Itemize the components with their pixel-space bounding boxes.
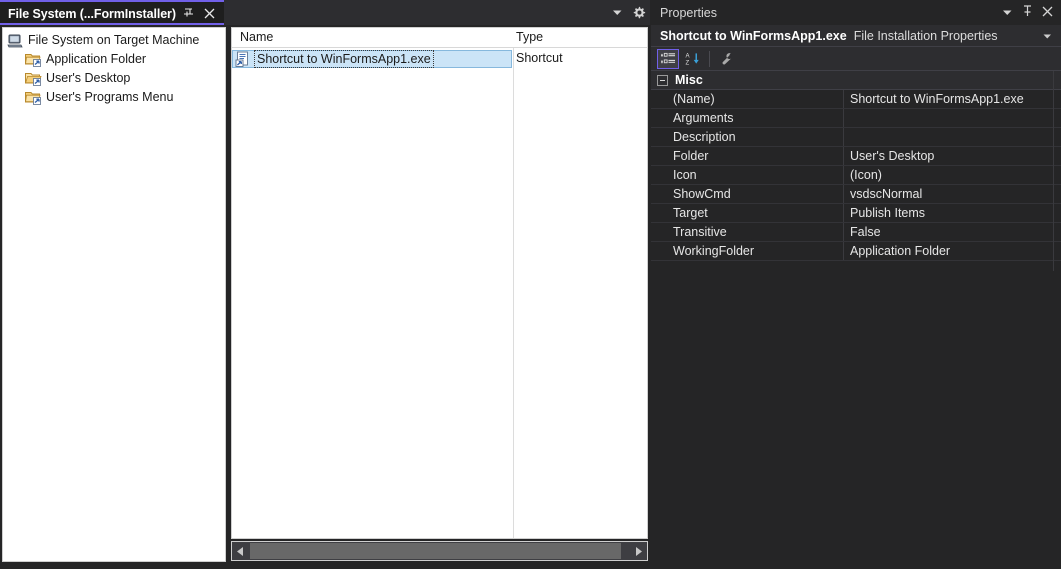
property-key: Folder xyxy=(673,149,709,163)
close-icon[interactable] xyxy=(201,5,218,22)
tabstrip-controls xyxy=(612,0,646,25)
grid-splitter[interactable] xyxy=(843,147,844,165)
property-key: WorkingFolder xyxy=(673,244,755,258)
property-grid[interactable]: Misc (Name) Shortcut to WinFormsApp1.exe… xyxy=(651,71,1061,261)
sort-alphabetical-icon[interactable]: A Z xyxy=(681,49,703,69)
grid-splitter[interactable] xyxy=(843,185,844,203)
properties-object-kind: File Installation Properties xyxy=(853,28,998,43)
property-row-description[interactable]: Description xyxy=(651,128,1061,147)
file-list-view[interactable]: Name Type Shortcut to WinFormsApp1.exe S… xyxy=(231,27,648,539)
property-value[interactable]: Publish Items xyxy=(850,205,925,222)
pin-icon[interactable] xyxy=(1022,5,1033,20)
property-key: Target xyxy=(673,206,708,220)
wrench-icon[interactable] xyxy=(716,49,738,69)
file-system-tree[interactable]: File System on Target Machine Applicatio… xyxy=(2,27,226,562)
close-icon[interactable] xyxy=(1042,6,1053,20)
property-grid-right-edge xyxy=(1053,71,1054,271)
grid-splitter[interactable] xyxy=(843,90,844,108)
properties-window-controls xyxy=(1002,5,1061,20)
properties-title-bar: Properties xyxy=(651,0,1061,25)
scrollbar-thumb[interactable] xyxy=(250,543,621,559)
folder-shortcut-icon xyxy=(25,52,43,68)
document-tab-title: File System (...FormInstaller) xyxy=(8,6,176,21)
document-tab-file-system[interactable]: File System (...FormInstaller) xyxy=(0,0,224,25)
chevron-down-icon[interactable] xyxy=(1043,29,1061,43)
arrow-right-icon[interactable] xyxy=(630,542,647,560)
chevron-down-icon[interactable] xyxy=(1002,6,1013,20)
scrollbar-track[interactable] xyxy=(249,542,630,560)
grid-splitter[interactable] xyxy=(843,128,844,146)
tree-item-users-desktop[interactable]: User's Desktop xyxy=(3,69,225,88)
properties-title-label: Properties xyxy=(660,5,717,20)
property-value[interactable]: Application Folder xyxy=(850,243,950,260)
grid-splitter[interactable] xyxy=(843,242,844,260)
property-category-label: Misc xyxy=(675,73,703,87)
grid-splitter[interactable] xyxy=(843,223,844,241)
folder-open-shortcut-icon xyxy=(25,71,43,87)
chevron-down-icon[interactable] xyxy=(612,8,623,17)
property-key: Arguments xyxy=(673,111,734,125)
list-body: Shortcut to WinFormsApp1.exe Shortcut xyxy=(232,50,647,68)
tree-item-users-programs-menu[interactable]: User's Programs Menu xyxy=(3,88,225,107)
property-row-icon[interactable]: Icon (Icon) xyxy=(651,166,1061,185)
grid-splitter[interactable] xyxy=(843,166,844,184)
document-tabstrip: File System (...FormInstaller) xyxy=(0,0,650,25)
property-key: Description xyxy=(673,130,736,144)
folder-shortcut-icon xyxy=(25,90,43,106)
property-value[interactable]: vsdscNormal xyxy=(850,186,922,203)
property-row-arguments[interactable]: Arguments xyxy=(651,109,1061,128)
property-row-showcmd[interactable]: ShowCmd vsdscNormal xyxy=(651,185,1061,204)
grid-splitter[interactable] xyxy=(843,204,844,222)
list-item-type: Shortcut xyxy=(516,51,563,65)
list-column-headers: Name Type xyxy=(232,28,647,48)
list-horizontal-scrollbar[interactable] xyxy=(231,541,648,561)
tree-item-application-folder[interactable]: Application Folder xyxy=(3,50,225,69)
svg-text:Z: Z xyxy=(685,60,689,65)
property-value[interactable]: Shortcut to WinFormsApp1.exe xyxy=(850,91,1024,108)
property-row-target[interactable]: Target Publish Items xyxy=(651,204,1061,223)
collapse-icon[interactable] xyxy=(657,74,668,86)
tree-item-label: User's Desktop xyxy=(46,71,131,85)
properties-object-selector[interactable]: Shortcut to WinFormsApp1.exe File Instal… xyxy=(651,25,1061,47)
grid-splitter[interactable] xyxy=(843,109,844,127)
column-header-name[interactable]: Name xyxy=(240,30,273,44)
property-row-workingfolder[interactable]: WorkingFolder Application Folder xyxy=(651,242,1061,261)
column-divider xyxy=(513,28,514,538)
property-row-name[interactable]: (Name) Shortcut to WinFormsApp1.exe xyxy=(651,90,1061,109)
property-value[interactable]: User's Desktop xyxy=(850,148,934,165)
list-item-name: Shortcut to WinFormsApp1.exe xyxy=(254,50,434,68)
categorized-view-icon[interactable] xyxy=(657,48,679,69)
column-header-type[interactable]: Type xyxy=(516,30,543,44)
computer-icon xyxy=(7,33,25,49)
svg-text:A: A xyxy=(685,53,690,59)
property-value[interactable]: False xyxy=(850,224,881,241)
property-key: Icon xyxy=(673,168,697,182)
toolbar-separator xyxy=(709,50,710,67)
shortcut-icon xyxy=(235,51,253,67)
properties-window: Properties Shortcut to WinFormsApp1.exe … xyxy=(651,0,1061,569)
property-row-transitive[interactable]: Transitive False xyxy=(651,223,1061,242)
property-key: Transitive xyxy=(673,225,727,239)
property-key: (Name) xyxy=(673,92,715,106)
arrow-left-icon[interactable] xyxy=(232,542,249,560)
gear-icon[interactable] xyxy=(632,6,646,20)
list-item[interactable]: Shortcut to WinFormsApp1.exe Shortcut xyxy=(232,50,647,68)
property-row-folder[interactable]: Folder User's Desktop xyxy=(651,147,1061,166)
property-value[interactable]: (Icon) xyxy=(850,167,882,184)
properties-toolbar: A Z xyxy=(651,47,1061,71)
visual-studio-window: File System (...FormInstaller) File Syst… xyxy=(0,0,1061,569)
tree-item-label: File System on Target Machine xyxy=(28,33,200,47)
active-tab-underline xyxy=(0,23,224,25)
properties-object-name: Shortcut to WinFormsApp1.exe xyxy=(660,28,847,43)
property-category-misc[interactable]: Misc xyxy=(651,71,1061,90)
tree-item-file-system-on-target-machine[interactable]: File System on Target Machine xyxy=(3,31,225,50)
document-area: File System (...FormInstaller) File Syst… xyxy=(0,0,650,569)
property-key: ShowCmd xyxy=(673,187,731,201)
pin-icon[interactable] xyxy=(180,5,197,22)
tree-item-label: Application Folder xyxy=(46,52,147,66)
tree-item-label: User's Programs Menu xyxy=(46,90,174,104)
